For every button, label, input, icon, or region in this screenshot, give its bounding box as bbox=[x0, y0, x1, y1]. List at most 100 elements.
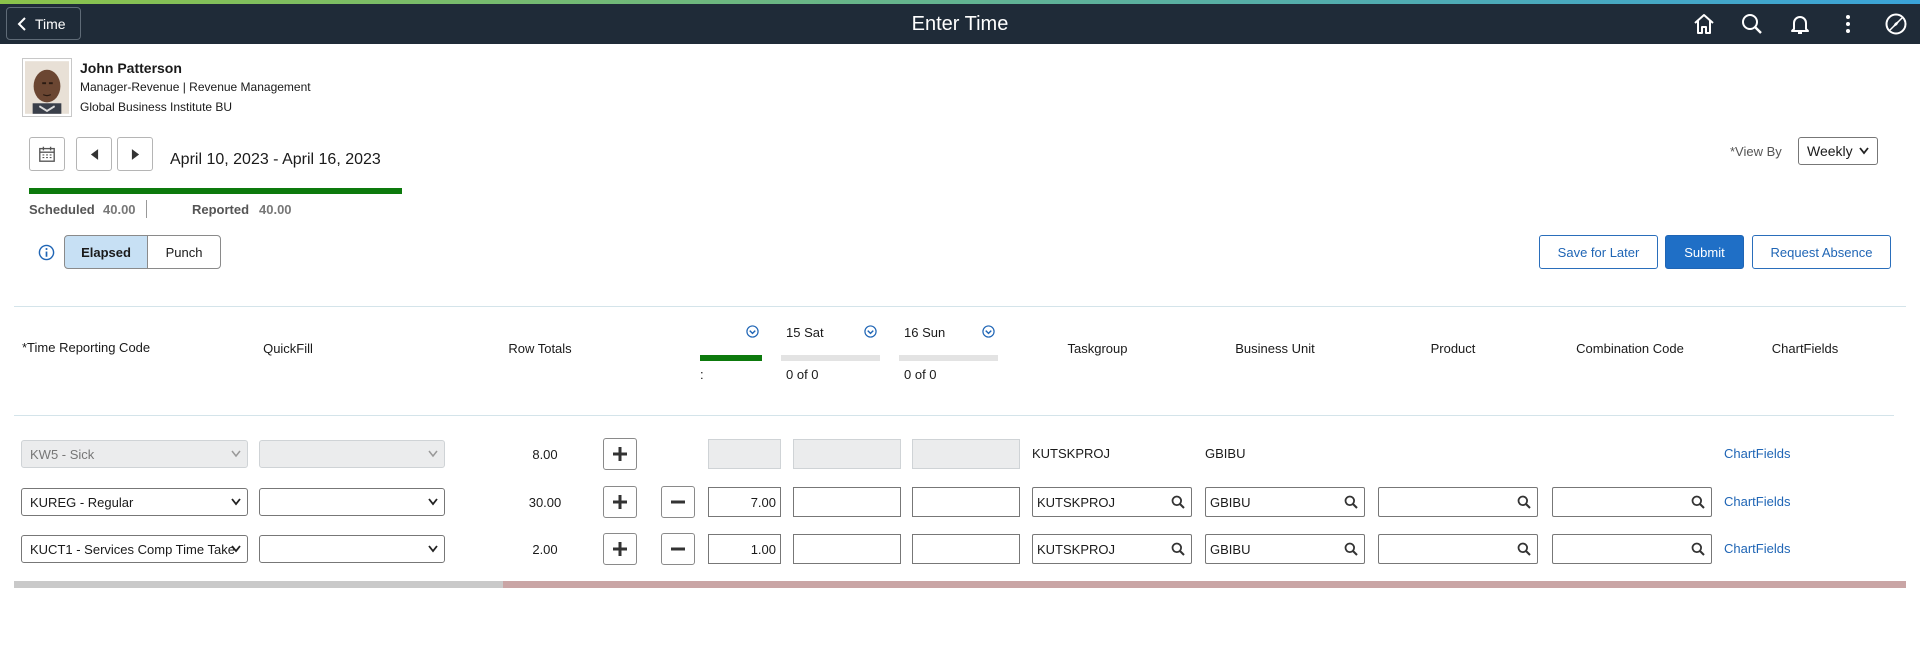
business-unit-input[interactable]: GBIBU bbox=[1205, 487, 1365, 517]
add-row-button[interactable] bbox=[603, 438, 637, 470]
plus-icon bbox=[613, 495, 627, 509]
quickfill-select[interactable] bbox=[259, 535, 445, 563]
elapsed-toggle[interactable]: Elapsed bbox=[64, 235, 148, 269]
avatar bbox=[22, 58, 72, 117]
triangle-left-icon bbox=[90, 148, 98, 160]
chevron-down-icon bbox=[231, 498, 241, 506]
day-progress-bar bbox=[700, 355, 762, 361]
trc-select[interactable]: KUCT1 - Services Comp Time Take bbox=[21, 535, 248, 563]
business-unit-value: GBIBU bbox=[1210, 495, 1251, 510]
grid-header-divider bbox=[14, 415, 1894, 416]
day-expand-chevron-icon[interactable] bbox=[982, 325, 995, 338]
col-header-product: Product bbox=[1430, 341, 1476, 356]
lookup-search-icon[interactable] bbox=[1517, 542, 1531, 556]
hours-input[interactable] bbox=[793, 487, 901, 517]
chevron-down-icon bbox=[428, 498, 438, 506]
employee-job-title: Manager-Revenue | Revenue Management bbox=[80, 80, 311, 94]
search-icon[interactable] bbox=[1728, 4, 1776, 44]
hours-input[interactable]: 1.00 bbox=[708, 534, 781, 564]
taskgroup-value: KUTSKPROJ bbox=[1037, 542, 1116, 557]
employee-name: John Patterson bbox=[80, 60, 182, 76]
chevron-down-icon bbox=[1859, 147, 1869, 155]
delete-row-button[interactable] bbox=[661, 486, 695, 518]
scheduled-value: 40.00 bbox=[103, 202, 136, 217]
next-period-button[interactable] bbox=[117, 137, 153, 171]
hours-input[interactable] bbox=[912, 534, 1020, 564]
period-date-range: April 10, 2023 - April 16, 2023 bbox=[170, 151, 381, 168]
navbar-icon[interactable] bbox=[1872, 4, 1920, 44]
product-input[interactable] bbox=[1378, 487, 1538, 517]
request-absence-button[interactable]: Request Absence bbox=[1752, 235, 1891, 269]
col-header-trc: *Time Reporting Code bbox=[22, 340, 151, 355]
delete-row-button[interactable] bbox=[661, 533, 695, 565]
day-progress-bar bbox=[899, 355, 998, 361]
chartfields-link[interactable]: ChartFields bbox=[1724, 541, 1790, 556]
quickfill-select[interactable] bbox=[259, 488, 445, 516]
quickfill-select bbox=[259, 440, 445, 468]
previous-period-button[interactable] bbox=[76, 137, 112, 171]
hours-input[interactable] bbox=[793, 534, 901, 564]
lookup-search-icon[interactable] bbox=[1171, 495, 1185, 509]
actions-menu-icon[interactable] bbox=[1824, 4, 1872, 44]
day-expand-chevron-icon[interactable] bbox=[864, 325, 877, 338]
employee-photo bbox=[25, 61, 69, 114]
taskgroup-input[interactable]: KUTSKPROJ bbox=[1032, 487, 1192, 517]
lookup-search-icon[interactable] bbox=[1691, 542, 1705, 556]
lookup-search-icon[interactable] bbox=[1517, 495, 1531, 509]
scrollbar-thumb[interactable] bbox=[14, 581, 503, 588]
horizontal-scrollbar[interactable] bbox=[14, 581, 1906, 588]
minus-icon bbox=[671, 547, 685, 551]
hours-input bbox=[793, 439, 901, 469]
reported-label: Reported bbox=[192, 202, 250, 217]
chevron-left-icon bbox=[17, 16, 26, 31]
plus-icon bbox=[613, 447, 627, 461]
app-banner: Time Enter Time bbox=[0, 4, 1920, 44]
day-expand-chevron-icon[interactable] bbox=[746, 325, 759, 338]
day-progress-bar bbox=[781, 355, 880, 361]
taskgroup-value: KUTSKPROJ bbox=[1032, 446, 1111, 461]
col-header-combination-code: Combination Code bbox=[1576, 341, 1684, 356]
trc-select[interactable]: KUREG - Regular bbox=[21, 488, 248, 516]
reported-progress-bar bbox=[29, 188, 402, 194]
calendar-button[interactable] bbox=[29, 137, 65, 171]
taskgroup-value: KUTSKPROJ bbox=[1037, 495, 1116, 510]
day-count-partial: : bbox=[700, 367, 704, 382]
add-row-button[interactable] bbox=[603, 533, 637, 565]
view-by-select[interactable]: Weekly bbox=[1798, 137, 1878, 165]
reported-value: 40.00 bbox=[259, 202, 292, 217]
col-header-row-totals: Row Totals bbox=[508, 341, 572, 356]
page-title: Enter Time bbox=[911, 13, 1009, 35]
lookup-search-icon[interactable] bbox=[1344, 542, 1358, 556]
lookup-search-icon[interactable] bbox=[1171, 542, 1185, 556]
chartfields-link[interactable]: ChartFields bbox=[1724, 494, 1790, 509]
row-total: 8.00 bbox=[532, 447, 558, 462]
chevron-down-icon bbox=[428, 450, 438, 458]
product-input[interactable] bbox=[1378, 534, 1538, 564]
hours-input bbox=[912, 439, 1020, 469]
lookup-search-icon[interactable] bbox=[1691, 495, 1705, 509]
info-icon[interactable] bbox=[38, 244, 55, 261]
save-for-later-button[interactable]: Save for Later bbox=[1539, 235, 1658, 269]
hours-input[interactable]: 7.00 bbox=[708, 487, 781, 517]
day-count-sun: 0 of 0 bbox=[904, 367, 937, 382]
combination-code-input[interactable] bbox=[1552, 534, 1712, 564]
hours-input[interactable] bbox=[912, 487, 1020, 517]
combination-code-input[interactable] bbox=[1552, 487, 1712, 517]
row-total: 2.00 bbox=[532, 542, 558, 557]
chartfields-link[interactable]: ChartFields bbox=[1724, 446, 1790, 461]
add-row-button[interactable] bbox=[603, 486, 637, 518]
col-header-quickfill: QuickFill bbox=[263, 341, 313, 356]
day-count-sat: 0 of 0 bbox=[786, 367, 819, 382]
taskgroup-input[interactable]: KUTSKPROJ bbox=[1032, 534, 1192, 564]
back-button[interactable]: Time bbox=[6, 7, 81, 40]
home-icon[interactable] bbox=[1680, 4, 1728, 44]
hours-input bbox=[708, 439, 781, 469]
chevron-down-icon bbox=[428, 545, 438, 553]
plus-icon bbox=[613, 542, 627, 556]
lookup-search-icon[interactable] bbox=[1344, 495, 1358, 509]
notification-icon[interactable] bbox=[1776, 4, 1824, 44]
submit-button[interactable]: Submit bbox=[1665, 235, 1744, 269]
business-unit-input[interactable]: GBIBU bbox=[1205, 534, 1365, 564]
punch-toggle[interactable]: Punch bbox=[147, 235, 221, 269]
triangle-right-icon bbox=[131, 148, 139, 160]
